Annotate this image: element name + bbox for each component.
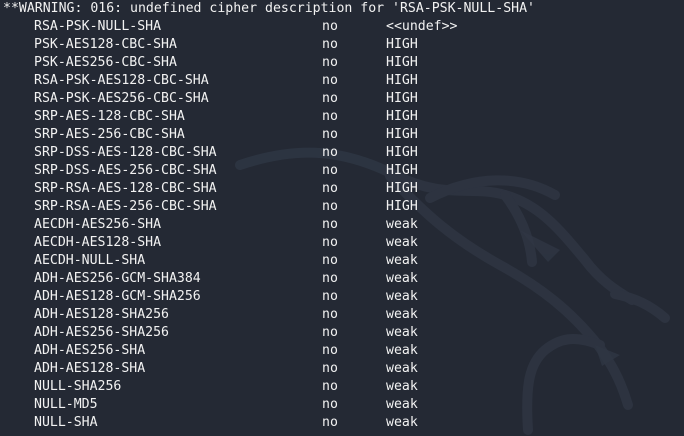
cipher-name: ADH-AES128-GCM-SHA256 bbox=[34, 289, 201, 304]
table-row: SRP-AES-128-CBC-SHA no HIGH bbox=[0, 108, 684, 126]
cipher-name: SRP-DSS-AES-256-CBC-SHA bbox=[34, 163, 217, 178]
table-row: ADH-AES256-SHA256 no weak bbox=[0, 324, 684, 342]
cipher-name: PSK-AES128-CBC-SHA bbox=[34, 37, 177, 52]
cipher-auth: no bbox=[322, 397, 338, 412]
table-row: RSA-PSK-AES128-CBC-SHA no HIGH bbox=[0, 72, 684, 90]
table-row: RSA-PSK-NULL-SHA no <<undef>> bbox=[0, 18, 684, 36]
cipher-auth: no bbox=[322, 253, 338, 268]
cipher-name: RSA-PSK-AES256-CBC-SHA bbox=[34, 91, 209, 106]
cipher-strength: weak bbox=[386, 379, 418, 394]
cipher-list: RSA-PSK-NULL-SHA no <<undef>> PSK-AES128-C… bbox=[0, 18, 684, 432]
cipher-name: AECDH-NULL-SHA bbox=[34, 253, 146, 268]
cipher-strength: weak bbox=[386, 307, 418, 322]
cipher-name: ADH-AES256-SHA bbox=[34, 343, 146, 358]
table-row: AECDH-NULL-SHA no weak bbox=[0, 252, 684, 270]
cipher-strength: weak bbox=[386, 397, 418, 412]
cipher-strength: weak bbox=[386, 271, 418, 286]
cipher-strength: HIGH bbox=[386, 55, 418, 70]
cipher-name: NULL-SHA256 bbox=[34, 379, 122, 394]
cipher-strength: weak bbox=[386, 253, 418, 268]
table-row: SRP-RSA-AES-128-CBC-SHA no HIGH bbox=[0, 180, 684, 198]
cipher-auth: no bbox=[322, 163, 338, 178]
cipher-strength: weak bbox=[386, 325, 418, 340]
cipher-name: AECDH-AES128-SHA bbox=[34, 235, 162, 250]
cipher-name: ADH-AES256-SHA256 bbox=[34, 325, 169, 340]
cipher-warning: **WARNING: 016: undefined cipher descrip… bbox=[3, 1, 535, 16]
cipher-auth: no bbox=[322, 271, 338, 286]
cipher-name: RSA-PSK-AES128-CBC-SHA bbox=[34, 73, 209, 88]
table-row: ADH-AES128-GCM-SHA256 no weak bbox=[0, 288, 684, 306]
cipher-strength: HIGH bbox=[386, 91, 418, 106]
table-row: NULL-SHA256 no weak bbox=[0, 378, 684, 396]
cipher-auth: no bbox=[322, 145, 338, 160]
cipher-strength: HIGH bbox=[386, 145, 418, 160]
cipher-name: SRP-AES-128-CBC-SHA bbox=[34, 109, 185, 124]
cipher-auth: no bbox=[322, 343, 338, 358]
cipher-strength: weak bbox=[386, 361, 418, 376]
cipher-auth: no bbox=[322, 181, 338, 196]
cipher-name: NULL-MD5 bbox=[34, 397, 98, 412]
table-row: SRP-RSA-AES-256-CBC-SHA no HIGH bbox=[0, 198, 684, 216]
cipher-auth: no bbox=[322, 307, 338, 322]
cipher-strength: HIGH bbox=[386, 73, 418, 88]
table-row: SRP-AES-256-CBC-SHA no HIGH bbox=[0, 126, 684, 144]
cipher-name: ADH-AES128-SHA256 bbox=[34, 307, 169, 322]
cipher-name: SRP-AES-256-CBC-SHA bbox=[34, 127, 185, 142]
cipher-auth: no bbox=[322, 235, 338, 250]
table-row: PSK-AES256-CBC-SHA no HIGH bbox=[0, 54, 684, 72]
cipher-auth: no bbox=[322, 361, 338, 376]
cipher-name: ADH-AES256-GCM-SHA384 bbox=[34, 271, 201, 286]
cipher-auth: no bbox=[322, 127, 338, 142]
cipher-auth: no bbox=[322, 289, 338, 304]
cipher-name: AECDH-AES256-SHA bbox=[34, 217, 162, 232]
cipher-strength: HIGH bbox=[386, 37, 418, 52]
cipher-name: RSA-PSK-NULL-SHA bbox=[34, 19, 162, 34]
cipher-strength: HIGH bbox=[386, 127, 418, 142]
table-row: PSK-AES128-CBC-SHA no HIGH bbox=[0, 36, 684, 54]
table-row: NULL-SHA no weak bbox=[0, 414, 684, 432]
cipher-auth: no bbox=[322, 325, 338, 340]
table-row: ADH-AES128-SHA256 no weak bbox=[0, 306, 684, 324]
cipher-strength: weak bbox=[386, 235, 418, 250]
cipher-name: PSK-AES256-CBC-SHA bbox=[34, 55, 177, 70]
cipher-auth: no bbox=[322, 37, 338, 52]
cipher-auth: no bbox=[322, 55, 338, 70]
cipher-strength: weak bbox=[386, 343, 418, 358]
table-row: ADH-AES256-GCM-SHA384 no weak bbox=[0, 270, 684, 288]
table-row: ADH-AES256-SHA no weak bbox=[0, 342, 684, 360]
table-row: SRP-DSS-AES-256-CBC-SHA no HIGH bbox=[0, 162, 684, 180]
cipher-strength: HIGH bbox=[386, 163, 418, 178]
cipher-strength: HIGH bbox=[386, 199, 418, 214]
cipher-auth: no bbox=[322, 217, 338, 232]
cipher-auth: no bbox=[322, 109, 338, 124]
cipher-strength: weak bbox=[386, 217, 418, 232]
table-row: RSA-PSK-AES256-CBC-SHA no HIGH bbox=[0, 90, 684, 108]
cipher-strength: <<undef>> bbox=[386, 19, 458, 34]
cipher-auth: no bbox=[322, 379, 338, 394]
cipher-auth: no bbox=[322, 415, 338, 430]
cipher-name: NULL-SHA bbox=[34, 415, 98, 430]
cipher-strength: weak bbox=[386, 415, 418, 430]
cipher-auth: no bbox=[322, 199, 338, 214]
cipher-strength: HIGH bbox=[386, 109, 418, 124]
cipher-auth: no bbox=[322, 91, 338, 106]
table-row: ADH-AES128-SHA no weak bbox=[0, 360, 684, 378]
cipher-strength: HIGH bbox=[386, 181, 418, 196]
table-row: AECDH-AES128-SHA no weak bbox=[0, 234, 684, 252]
cipher-auth: no bbox=[322, 73, 338, 88]
cipher-name: ADH-AES128-SHA bbox=[34, 361, 146, 376]
cipher-name: SRP-RSA-AES-256-CBC-SHA bbox=[34, 199, 217, 214]
cipher-name: SRP-DSS-AES-128-CBC-SHA bbox=[34, 145, 217, 160]
cipher-strength: weak bbox=[386, 289, 418, 304]
terminal-window[interactable]: **WARNING: 016: undefined cipher descrip… bbox=[0, 0, 684, 436]
cipher-auth: no bbox=[322, 19, 338, 34]
table-row: AECDH-AES256-SHA no weak bbox=[0, 216, 684, 234]
table-row: NULL-MD5 no weak bbox=[0, 396, 684, 414]
cipher-name: SRP-RSA-AES-128-CBC-SHA bbox=[34, 181, 217, 196]
table-row: SRP-DSS-AES-128-CBC-SHA no HIGH bbox=[0, 144, 684, 162]
